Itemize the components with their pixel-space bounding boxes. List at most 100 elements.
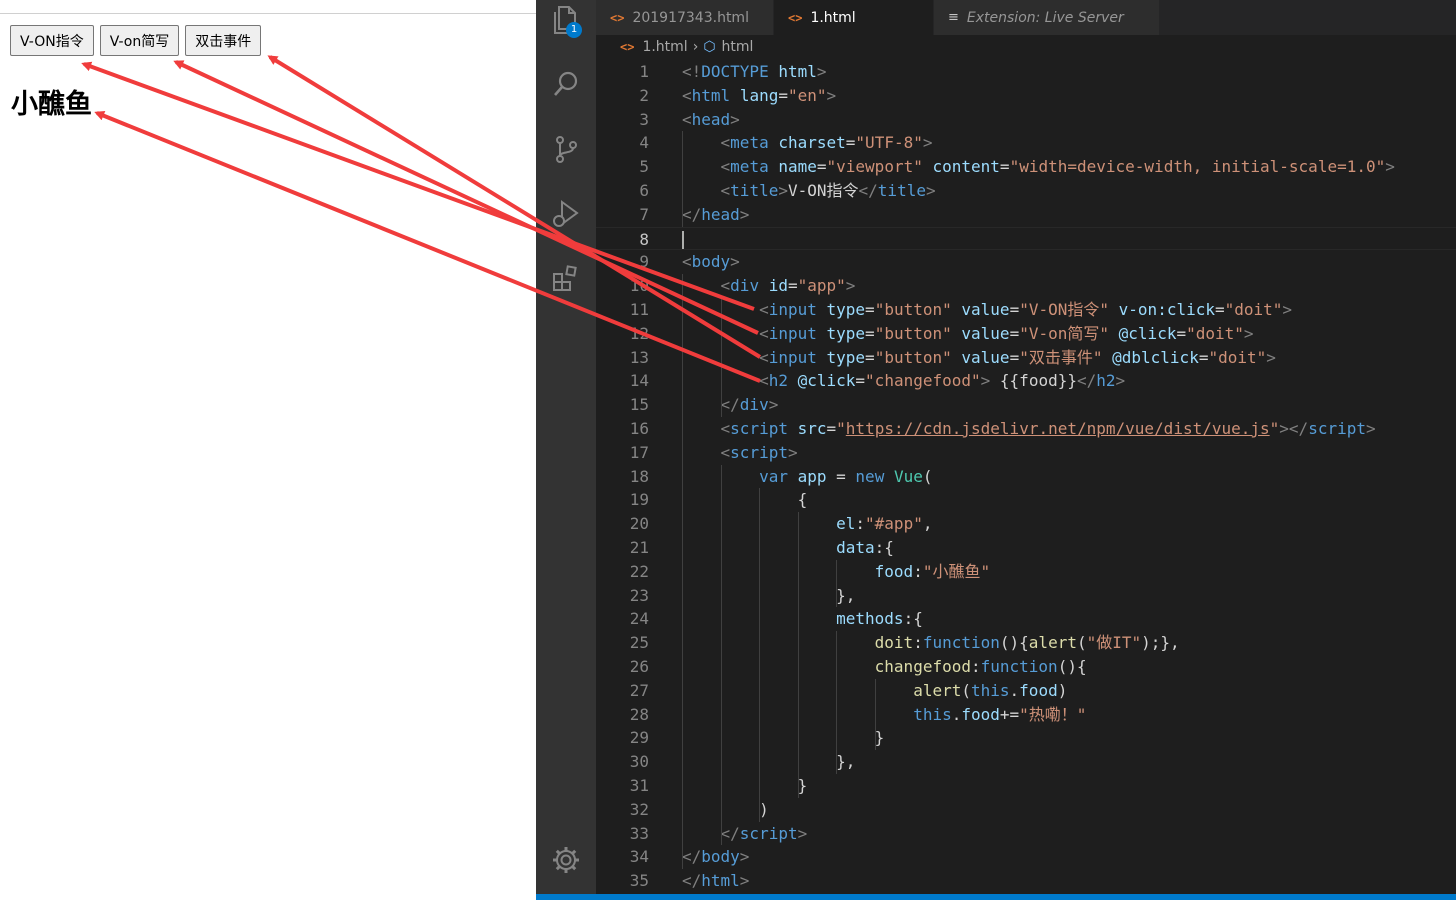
code-line[interactable]: 31 } [596,774,1456,798]
code-line[interactable]: 10 <div id="app"> [596,274,1456,298]
code-line[interactable]: 32 ) [596,798,1456,822]
editor-tabs: <> 201917343.html <> 1.html ≡ Extension:… [596,0,1456,35]
code-text: </script> [720,823,808,843]
code-line[interactable]: 33 </script> [596,822,1456,846]
code-line[interactable]: 3 <head> [596,108,1456,132]
v-on-directive-button[interactable]: V-ON指令 [10,25,94,56]
code-line[interactable]: 16 <script src="https://cdn.jsdelivr.net… [596,417,1456,441]
tab-1-html[interactable]: <> 1.html [774,0,934,35]
code-text: ) [682,799,769,819]
tab-label: 1.html [810,9,856,26]
code-line[interactable]: 2 <html lang="en"> [596,84,1456,108]
code-line[interactable]: 30 }, [596,750,1456,774]
line-number: 8 [639,229,649,249]
code-text: <input type="button" value="双击事件" @dblcl… [759,347,1276,367]
code-line[interactable]: 34 </body> [596,845,1456,869]
code-line[interactable]: 22 food:"小醮鱼" [596,560,1456,584]
code-line[interactable]: 8 [596,226,1456,251]
code-text: <body> [682,252,740,272]
code-line[interactable]: 5 <meta name="viewport" content="width=d… [596,155,1456,179]
code-text: <head> [682,109,740,129]
line-number: 11 [629,299,649,319]
line-number: 25 [629,633,649,653]
code-line[interactable]: 21 data:{ [596,536,1456,560]
code-line[interactable]: 6 <title>V-ON指令</title> [596,179,1456,203]
code-text: { [682,490,808,510]
line-number: 1 [639,62,649,81]
line-number: 32 [629,799,649,819]
text-cursor [682,230,684,249]
code-line[interactable]: 25 doit:function(){alert("做IT");}, [596,631,1456,655]
code-line[interactable]: 27 alert(this.food) [596,679,1456,703]
explorer-badge: 1 [566,22,582,38]
line-number: 33 [629,823,649,843]
code-line[interactable]: 1 <!DOCTYPE html> [596,60,1456,84]
code-text: </div> [720,395,779,415]
v-on-shorthand-button[interactable]: V-on简写 [99,25,180,56]
code-line[interactable]: 11 <input type="button" value="V-ON指令" v… [596,298,1456,322]
code-editor[interactable]: 1 <!DOCTYPE html> 2 <html lang="en"> 3 <head>… [596,60,1456,894]
line-number: 4 [639,133,649,153]
code-line[interactable]: 26 changefood:function(){ [596,655,1456,679]
indent-guide [682,131,683,227]
code-text: <title>V-ON指令</title> [720,180,936,200]
html-file-icon: <> [610,10,625,25]
code-text: <script src="https://cdn.jsdelivr.net/np… [720,418,1376,438]
code-line[interactable]: 29 } [596,726,1456,750]
double-click-button[interactable]: 双击事件 [185,25,262,56]
extensions-icon[interactable] [550,263,582,295]
preview-icon: ≡ [948,10,959,25]
code-line[interactable]: 15 </div> [596,393,1456,417]
line-number: 12 [629,323,649,343]
code-line[interactable]: 9 <body> [596,250,1456,274]
code-line[interactable]: 7 </head> [596,203,1456,227]
html-file-icon: <> [620,40,635,54]
breadcrumb-file[interactable]: 1.html [642,39,687,55]
food-heading[interactable]: 小醮鱼 [11,82,92,121]
code-line[interactable]: 35 </html> [596,869,1456,893]
run-debug-icon[interactable] [550,198,582,230]
code-line[interactable]: 17 <script> [596,441,1456,465]
breadcrumb-symbol[interactable]: html [722,39,754,55]
line-number: 23 [629,585,649,605]
tab-extension-live-server[interactable]: ≡ Extension: Live Server [934,0,1160,35]
tab-201917343-html[interactable]: <> 201917343.html [596,0,774,35]
code-line[interactable]: 19 { [596,488,1456,512]
code-text: }, [682,585,856,605]
line-number: 19 [629,490,649,510]
line-number: 31 [629,775,649,795]
line-number: 7 [639,204,649,224]
code-line[interactable]: 14 <h2 @click="changefood"> {{food}}</h2… [596,369,1456,393]
code-line[interactable]: 28 this.food+="热嘞！" [596,703,1456,727]
code-line[interactable]: 13 <input type="button" value="双击事件" @db… [596,346,1456,370]
line-number: 3 [639,109,649,129]
code-text: methods:{ [836,609,923,629]
settings-gear-icon[interactable] [550,844,582,876]
code-text: this.food+="热嘞！" [913,704,1087,724]
line-number: 2 [639,85,649,105]
code-line[interactable]: 23 }, [596,584,1456,608]
code-line[interactable]: 24 methods:{ [596,607,1456,631]
code-text: </html> [682,871,750,891]
code-text: <input type="button" value="V-ON指令" v-on… [759,299,1293,319]
activity-bar: 1 [536,0,596,900]
code-text: <div id="app"> [720,276,856,296]
code-line[interactable]: 18 var app = new Vue( [596,465,1456,489]
button-row: V-ON指令 V-on简写 双击事件 [10,25,262,56]
code-text: } [682,728,885,748]
indent-guide [797,512,799,798]
code-text: <h2 @click="changefood"> {{food}}</h2> [759,371,1126,391]
symbol-cube-icon: ⬡ [703,39,716,55]
code-line[interactable]: 20 el:"#app", [596,512,1456,536]
browser-divider [0,13,536,14]
code-line[interactable]: 12 <input type="button" value="V-on简写" @… [596,322,1456,346]
line-number: 35 [629,871,649,891]
search-icon[interactable] [550,68,582,100]
source-control-icon[interactable] [550,133,582,165]
code-text: doit:function(){alert("做IT");}, [874,633,1180,653]
indent-guide [682,274,683,870]
code-text: <input type="button" value="V-on简写" @cli… [759,323,1254,343]
line-number: 24 [629,609,649,629]
code-text: <meta charset="UTF-8"> [720,133,933,153]
code-line[interactable]: 4 <meta charset="UTF-8"> [596,131,1456,155]
